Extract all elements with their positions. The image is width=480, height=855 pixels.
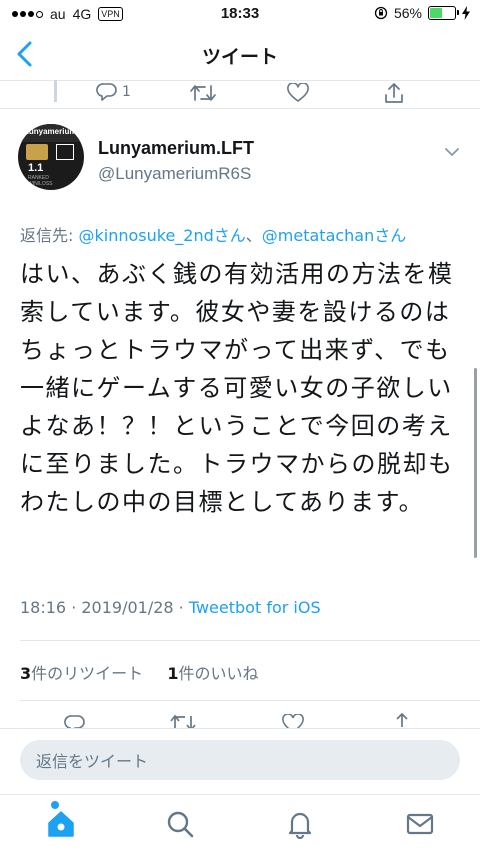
notifications-bell-icon[interactable] [285, 809, 315, 839]
retweet-icon[interactable] [190, 84, 216, 102]
home-icon[interactable] [46, 809, 76, 839]
like-label: 件のいいね [178, 664, 259, 683]
tweet-timestamp: 18:16 · 2019/01/28 · [20, 598, 189, 617]
tweet-meta: 18:16 · 2019/01/28 · Tweetbot for iOS [20, 598, 321, 617]
messages-mail-icon[interactable] [405, 809, 435, 839]
share-icon[interactable] [384, 82, 404, 104]
retweet-label: 件のリツイート [31, 664, 144, 683]
chevron-down-icon[interactable] [444, 146, 460, 158]
tweet-stats: 3件のリツイート 1件のいいね [20, 660, 259, 684]
avatar[interactable]: Lunyamerium 1.1 RANKED WIN/LOSS [18, 124, 84, 190]
charging-icon [462, 6, 470, 20]
nav-divider [0, 80, 480, 81]
page-title: ツイート [201, 46, 278, 68]
heart-icon[interactable] [287, 83, 309, 103]
like-stat[interactable]: 1件のいいね [167, 664, 258, 683]
avatar-rank: 1.1 [28, 162, 44, 174]
reply-separator: 、 [245, 226, 262, 245]
tweet-actions [0, 710, 480, 730]
status-right: 56% [374, 5, 470, 21]
avatar-title: Lunyamerium [24, 127, 77, 136]
reply-to-line: 返信先: @kinnosuke_2ndさん、@metatachanさん [20, 222, 406, 246]
tweet-text: はい、あぶく銭の有効活用の方法を模索しています。彼女や妻を設けるのはちょっとトラ… [20, 260, 454, 516]
retweet-count: 3 [20, 664, 32, 683]
battery-icon [428, 6, 459, 20]
search-icon[interactable] [165, 809, 195, 839]
meta-divider [20, 640, 480, 641]
reply-count: 1 [122, 84, 131, 100]
tab-bar [0, 794, 480, 855]
client-link[interactable]: Tweetbot for iOS [189, 598, 321, 617]
reply-icon [96, 83, 117, 101]
like-count: 1 [167, 664, 179, 683]
user-handle[interactable]: @LunyameriumR6S [98, 164, 251, 184]
mention-link-2[interactable]: @metatachanさん [262, 226, 406, 245]
mention-link-1[interactable]: @kinnosuke_2ndさん [78, 226, 245, 245]
prev-tweet-divider [0, 108, 480, 109]
home-notification-dot [51, 801, 59, 809]
avatar-sub2: WIN/LOSS [28, 181, 53, 187]
reply-input[interactable]: 返信をツイート [20, 740, 460, 780]
scrollbar[interactable] [474, 368, 477, 558]
display-name[interactable]: Lunyamerium.LFT [98, 138, 254, 159]
stats-divider [20, 700, 480, 701]
reply-action[interactable]: 1 [96, 82, 131, 102]
nav-bar: ツイート [0, 28, 480, 80]
retweet-stat[interactable]: 3件のリツイート [20, 664, 143, 683]
avatar-image-right [56, 144, 74, 160]
avatar-image-left [26, 144, 48, 160]
battery-percent: 56% [393, 5, 422, 21]
orientation-lock-icon [374, 6, 388, 20]
status-bar: au 4G VPN 18:33 56% [0, 0, 480, 28]
reply-to-prefix: 返信先: [20, 226, 79, 245]
prev-tweet-actions: 1 [0, 82, 480, 108]
